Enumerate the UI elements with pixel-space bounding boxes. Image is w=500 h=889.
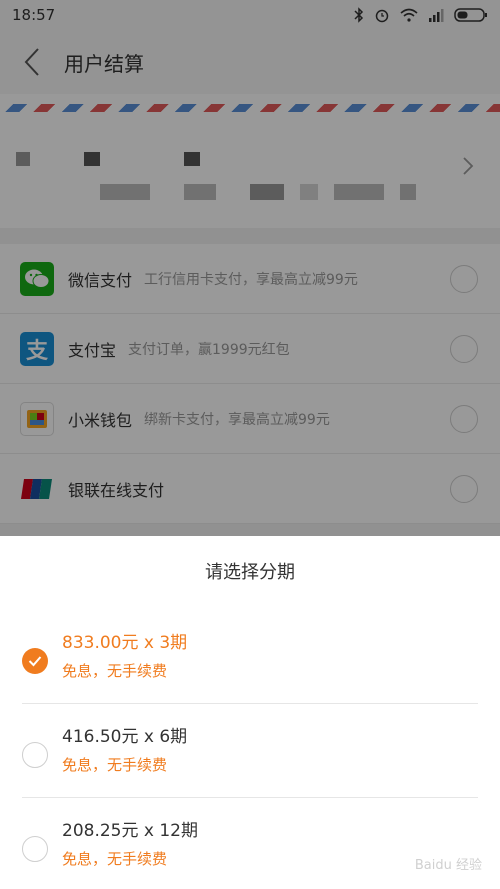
installment-amount: 833.00元 x 3期	[62, 633, 188, 653]
installment-note: 免息，无手续费	[62, 662, 168, 680]
check-selected-icon[interactable]	[22, 648, 48, 674]
installment-amount: 208.25元 x 12期	[62, 821, 198, 841]
installment-note: 免息，无手续费	[62, 756, 168, 774]
radio-button[interactable]	[22, 742, 48, 768]
radio-button[interactable]	[22, 836, 48, 862]
watermark: Baidu 经验	[414, 858, 482, 873]
installment-option-12[interactable]: 208.25元 x 12期 免息，无手续费	[0, 798, 500, 889]
installment-option-6[interactable]: 416.50元 x 6期 免息，无手续费	[0, 704, 500, 798]
installment-option-3[interactable]: 833.00元 x 3期 免息，无手续费	[0, 610, 500, 704]
modal-backdrop[interactable]	[0, 0, 500, 536]
installment-sheet: 请选择分期 833.00元 x 3期 免息，无手续费 416.50元 x 6期 …	[0, 536, 500, 889]
installment-amount: 416.50元 x 6期	[62, 727, 188, 747]
sheet-title: 请选择分期	[205, 562, 295, 583]
